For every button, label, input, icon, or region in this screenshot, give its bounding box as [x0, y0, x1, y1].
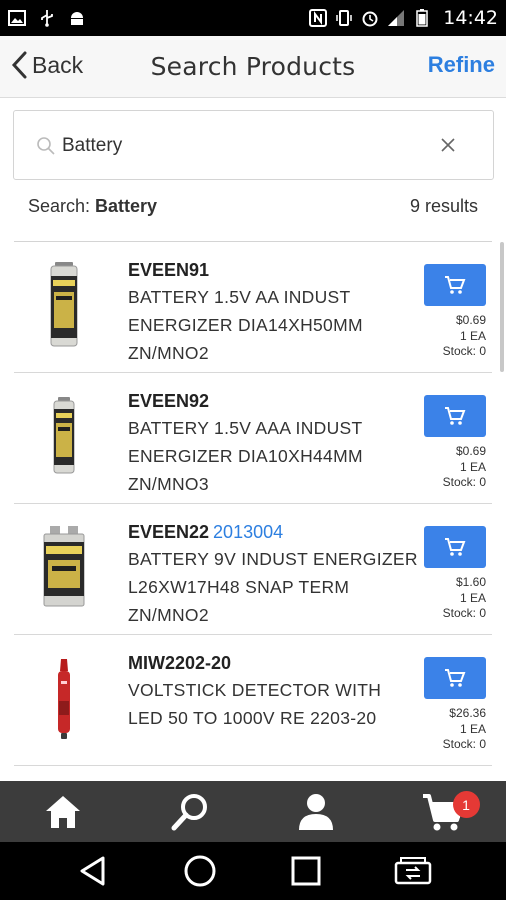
item-stock: Stock: 0 — [442, 344, 486, 358]
aaa-battery-image — [53, 397, 75, 474]
signal-icon — [387, 9, 405, 27]
add-to-cart-button[interactable] — [424, 264, 486, 306]
item-uom: 1 EA — [459, 721, 486, 736]
item-stock: Stock: 0 — [442, 606, 486, 620]
tab-account[interactable] — [253, 781, 380, 842]
image-icon — [8, 9, 26, 27]
summary-term: Battery — [95, 196, 158, 216]
tab-cart[interactable]: 1 — [380, 781, 506, 842]
item-uom: 1 EA — [459, 459, 486, 474]
nav-home-button[interactable] — [180, 851, 220, 891]
item-description: BATTERY 1.5V AAA INDUST ENERGIZER DIA10X… — [128, 418, 363, 494]
nav-header: Back Search Products Refine — [0, 36, 506, 98]
add-to-cart-button[interactable] — [424, 395, 486, 437]
cart-badge: 1 — [452, 791, 480, 818]
item-uom: 1 EA — [459, 328, 486, 343]
nav-switch-button[interactable] — [393, 851, 433, 891]
item-uom: 1 EA — [459, 590, 486, 605]
tab-search[interactable] — [127, 781, 254, 842]
scrollbar[interactable] — [500, 242, 504, 372]
search-icon — [37, 137, 55, 155]
list-item[interactable]: EVEEN91 BATTERY 1.5V AA INDUST ENERGIZER… — [14, 242, 492, 373]
refine-button[interactable]: Refine — [428, 52, 495, 78]
nav-recents-button[interactable] — [286, 851, 326, 891]
vibrate-icon — [335, 9, 353, 27]
cart-icon — [445, 538, 466, 556]
aa-battery-image — [50, 262, 78, 347]
item-description: BATTERY 1.5V AA INDUST ENERGIZER DIA14XH… — [128, 287, 363, 363]
price-block: $0.69 1 EA Stock: 0 — [443, 444, 486, 491]
cart-icon — [445, 276, 466, 294]
switch-app-icon — [394, 857, 431, 885]
price-block: $0.69 1 EA Stock: 0 — [443, 313, 486, 360]
clock: 14:42 — [443, 7, 498, 29]
list-item[interactable]: EVEEN22 2013004 BATTERY 9V INDUST ENERGIZ… — [14, 504, 492, 635]
search-input[interactable] — [62, 133, 432, 159]
nfc-icon — [309, 9, 328, 27]
item-alt-code[interactable]: 2013004 — [213, 522, 283, 542]
item-price: $1.60 — [455, 575, 486, 589]
search-box — [13, 110, 494, 180]
alarm-icon — [361, 9, 379, 27]
nav-back-button[interactable] — [73, 851, 113, 891]
system-nav-bar — [0, 842, 506, 900]
list-item[interactable]: EVEEN92 BATTERY 1.5V AAA INDUST ENERGIZE… — [14, 373, 492, 504]
bottom-tab-bar: 1 — [0, 781, 506, 842]
circle-home-icon — [184, 855, 216, 887]
item-sku: EVEEN91 — [128, 260, 210, 280]
price-block: $26.36 1 EA Stock: 0 — [443, 706, 486, 753]
tab-home[interactable] — [0, 781, 127, 842]
cart-icon — [445, 669, 466, 687]
summary-label: Search: Battery — [28, 196, 158, 216]
item-sku: EVEEN92 — [128, 391, 210, 411]
item-info: MIW2202-20 VOLTSTICK DETECTOR WITH LED 5… — [128, 651, 418, 732]
item-price: $0.69 — [455, 444, 486, 458]
item-sku: MIW2202-20 — [128, 653, 232, 673]
chevron-left-icon — [11, 51, 27, 79]
back-button[interactable]: Back — [10, 50, 83, 80]
price-block: $1.60 1 EA Stock: 0 — [443, 575, 486, 622]
results-list: EVEEN91 BATTERY 1.5V AA INDUST ENERGIZER… — [14, 242, 492, 766]
android-icon — [68, 9, 86, 27]
close-icon[interactable] — [439, 136, 457, 154]
battery-icon — [413, 9, 431, 27]
item-info: EVEEN22 2013004 BATTERY 9V INDUST ENERGIZ… — [128, 520, 418, 629]
9v-battery-image — [43, 526, 85, 607]
item-stock: Stock: 0 — [442, 737, 486, 751]
search-summary: Search: Battery 9 results — [28, 196, 478, 222]
back-label: Back — [32, 51, 84, 78]
item-description: BATTERY 9V INDUST ENERGIZER L26XW17H48 S… — [128, 549, 418, 625]
list-item[interactable]: MIW2202-20 VOLTSTICK DETECTOR WITH LED 5… — [14, 635, 492, 766]
search-icon — [171, 793, 207, 830]
home-icon — [46, 795, 81, 828]
item-sku: EVEEN22 2013004 — [128, 522, 284, 542]
status-bar: 14:42 — [0, 0, 506, 36]
add-to-cart-button[interactable] — [424, 657, 486, 699]
triangle-back-icon — [80, 856, 105, 886]
usb-icon — [38, 9, 56, 27]
item-info: EVEEN92 BATTERY 1.5V AAA INDUST ENERGIZE… — [128, 389, 418, 498]
item-description: VOLTSTICK DETECTOR WITH LED 50 TO 1000V … — [128, 680, 382, 728]
item-price: $26.36 — [449, 706, 486, 720]
result-count: 9 results — [409, 196, 478, 216]
square-recents-icon — [291, 856, 321, 886]
account-icon — [299, 793, 334, 830]
voltstick-image — [58, 659, 70, 739]
add-to-cart-button[interactable] — [424, 526, 486, 568]
cart-icon — [445, 407, 466, 425]
item-info: EVEEN91 BATTERY 1.5V AA INDUST ENERGIZER… — [128, 258, 418, 367]
item-price: $0.69 — [455, 313, 486, 327]
item-stock: Stock: 0 — [442, 475, 486, 489]
